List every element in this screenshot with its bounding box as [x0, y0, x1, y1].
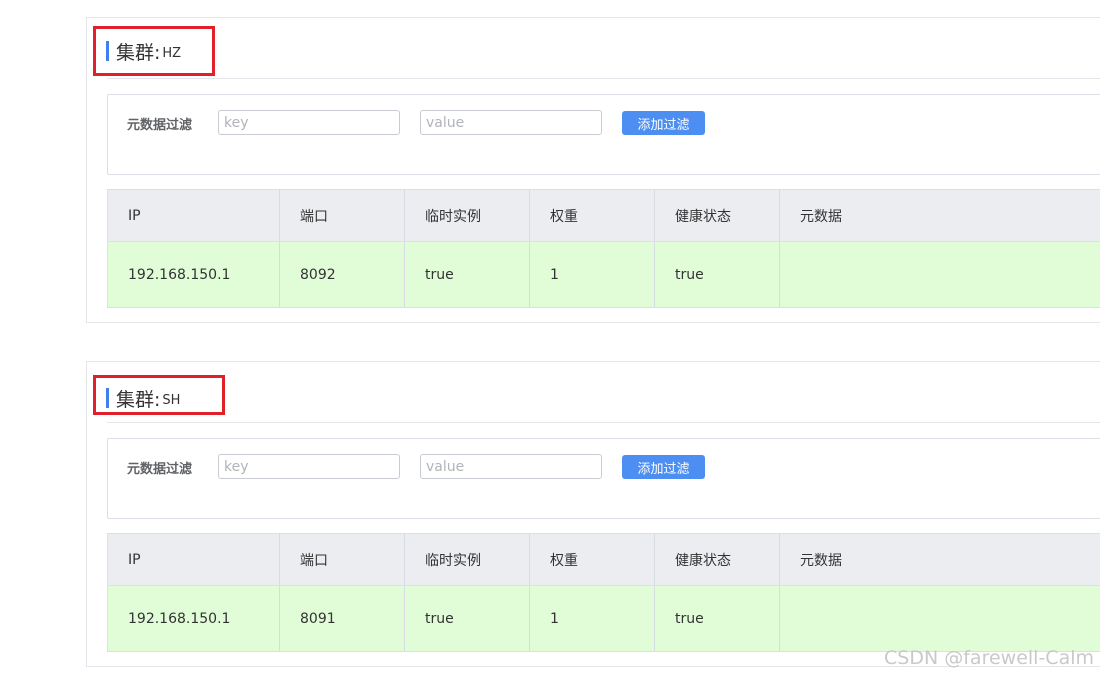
add-filter-button[interactable]: 添加过滤 [622, 111, 705, 135]
column-header-metadata: 元数据 [779, 189, 1100, 242]
instance-table: IP 端口 临时实例 权重 健康状态 元数据 192.168.150.1 809… [107, 533, 1100, 652]
column-header-ip: IP [107, 189, 280, 242]
column-header-health: 健康状态 [654, 189, 780, 242]
watermark: CSDN @farewell-Calm [884, 647, 1094, 669]
cell-port: 8092 [279, 241, 405, 308]
filter-key-input[interactable] [218, 110, 400, 135]
filter-value-input[interactable] [420, 110, 602, 135]
table-row: 192.168.150.1 8091 true 1 true [107, 585, 1100, 652]
cell-health: true [654, 585, 780, 652]
column-header-weight: 权重 [529, 189, 655, 242]
column-header-ip: IP [107, 533, 280, 586]
column-header-ephemeral: 临时实例 [404, 533, 530, 586]
filter-key-input[interactable] [218, 454, 400, 479]
add-filter-button[interactable]: 添加过滤 [622, 455, 705, 479]
cluster-name: SH [162, 392, 181, 408]
cell-metadata [779, 585, 1100, 652]
metadata-filter-label: 元数据过滤 [127, 462, 193, 477]
cell-weight: 1 [529, 241, 655, 308]
metadata-filter-panel: 元数据过滤 添加过滤 [107, 94, 1100, 175]
column-header-health: 健康状态 [654, 533, 780, 586]
cell-ip: 192.168.150.1 [107, 585, 280, 652]
table-header-row: IP 端口 临时实例 权重 健康状态 元数据 [107, 533, 1100, 586]
cluster-card-hz: 集群: HZ 元数据过滤 添加过滤 IP 端口 临时实例 权重 健康状态 元数据… [86, 17, 1100, 323]
filter-value-input[interactable] [420, 454, 602, 479]
cell-metadata [779, 241, 1100, 308]
cell-health: true [654, 241, 780, 308]
instance-table: IP 端口 临时实例 权重 健康状态 元数据 192.168.150.1 809… [107, 189, 1100, 308]
accent-bar [106, 388, 109, 408]
cell-ip: 192.168.150.1 [107, 241, 280, 308]
column-header-port: 端口 [279, 533, 405, 586]
column-header-ephemeral: 临时实例 [404, 189, 530, 242]
divider [107, 422, 1100, 423]
cluster-header: 集群: HZ [106, 40, 182, 64]
cell-ephemeral: true [404, 585, 530, 652]
column-header-port: 端口 [279, 189, 405, 242]
cell-port: 8091 [279, 585, 405, 652]
table-row: 192.168.150.1 8092 true 1 true [107, 241, 1100, 308]
column-header-metadata: 元数据 [779, 533, 1100, 586]
divider [107, 78, 1100, 79]
accent-bar [106, 41, 109, 61]
cluster-card-sh: 集群: SH 元数据过滤 添加过滤 IP 端口 临时实例 权重 健康状态 元数据… [86, 361, 1100, 667]
cell-weight: 1 [529, 585, 655, 652]
column-header-weight: 权重 [529, 533, 655, 586]
cluster-label: 集群: [116, 388, 161, 411]
cluster-header: 集群: SH [106, 387, 181, 411]
metadata-filter-label: 元数据过滤 [127, 118, 193, 133]
cluster-name: HZ [162, 45, 182, 61]
table-header-row: IP 端口 临时实例 权重 健康状态 元数据 [107, 189, 1100, 242]
cell-ephemeral: true [404, 241, 530, 308]
cluster-label: 集群: [116, 41, 161, 64]
metadata-filter-panel: 元数据过滤 添加过滤 [107, 438, 1100, 519]
